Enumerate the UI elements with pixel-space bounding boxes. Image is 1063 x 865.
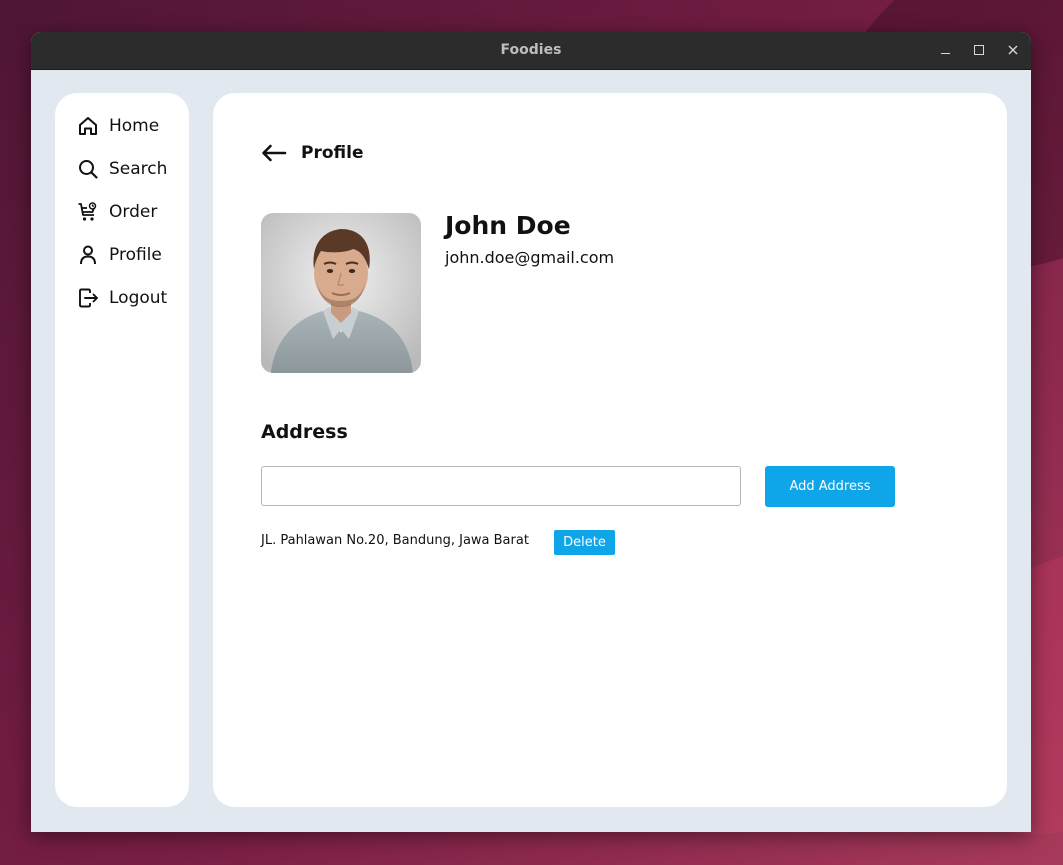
desktop-background: Foodies Home Search Order Profile Logout…: [0, 0, 1063, 865]
sidebar-item-label: Search: [109, 159, 168, 179]
maximize-button[interactable]: [969, 40, 989, 60]
address-input[interactable]: [261, 466, 741, 506]
window-title: Foodies: [500, 42, 562, 58]
main-panel: Profile John Doe john.doe@gmail.com Addr…: [213, 93, 1007, 807]
avatar-photo: [261, 213, 421, 373]
arrow-left-icon[interactable]: [260, 141, 288, 165]
close-button[interactable]: [1003, 40, 1023, 60]
minimize-button[interactable]: [935, 40, 955, 60]
page-title: Profile: [301, 143, 364, 163]
title-bar[interactable]: Foodies: [31, 32, 1031, 70]
sidebar: Home Search Order Profile Logout: [55, 93, 189, 807]
sidebar-item-label: Home: [109, 116, 160, 136]
sidebar-item-logout[interactable]: Logout: [77, 285, 177, 311]
user-email: john.doe@gmail.com: [445, 248, 615, 267]
maximize-icon: [974, 45, 984, 55]
address-section-title: Address: [261, 421, 348, 443]
delete-address-button[interactable]: Delete: [554, 530, 615, 555]
avatar: [261, 213, 421, 373]
sidebar-item-label: Logout: [109, 288, 168, 308]
sidebar-item-home[interactable]: Home: [77, 113, 177, 139]
sidebar-item-label: Order: [109, 202, 158, 222]
sidebar-item-label: Profile: [109, 245, 162, 265]
sidebar-item-search[interactable]: Search: [77, 156, 177, 182]
user-icon: [80, 245, 96, 265]
cart-icon: [78, 202, 97, 221]
search-icon: [79, 160, 98, 179]
minimize-icon: [940, 53, 950, 54]
user-name: John Doe: [445, 211, 571, 240]
home-icon: [79, 117, 97, 135]
sidebar-item-order[interactable]: Order: [77, 199, 177, 225]
close-icon: [1008, 45, 1018, 55]
add-address-button[interactable]: Add Address: [765, 466, 895, 507]
address-item: JL. Pahlawan No.20, Bandung, Jawa Barat: [261, 533, 529, 548]
app-window: Foodies Home Search Order Profile Logout…: [31, 32, 1031, 832]
logout-icon: [79, 288, 98, 308]
sidebar-item-profile[interactable]: Profile: [77, 242, 177, 268]
